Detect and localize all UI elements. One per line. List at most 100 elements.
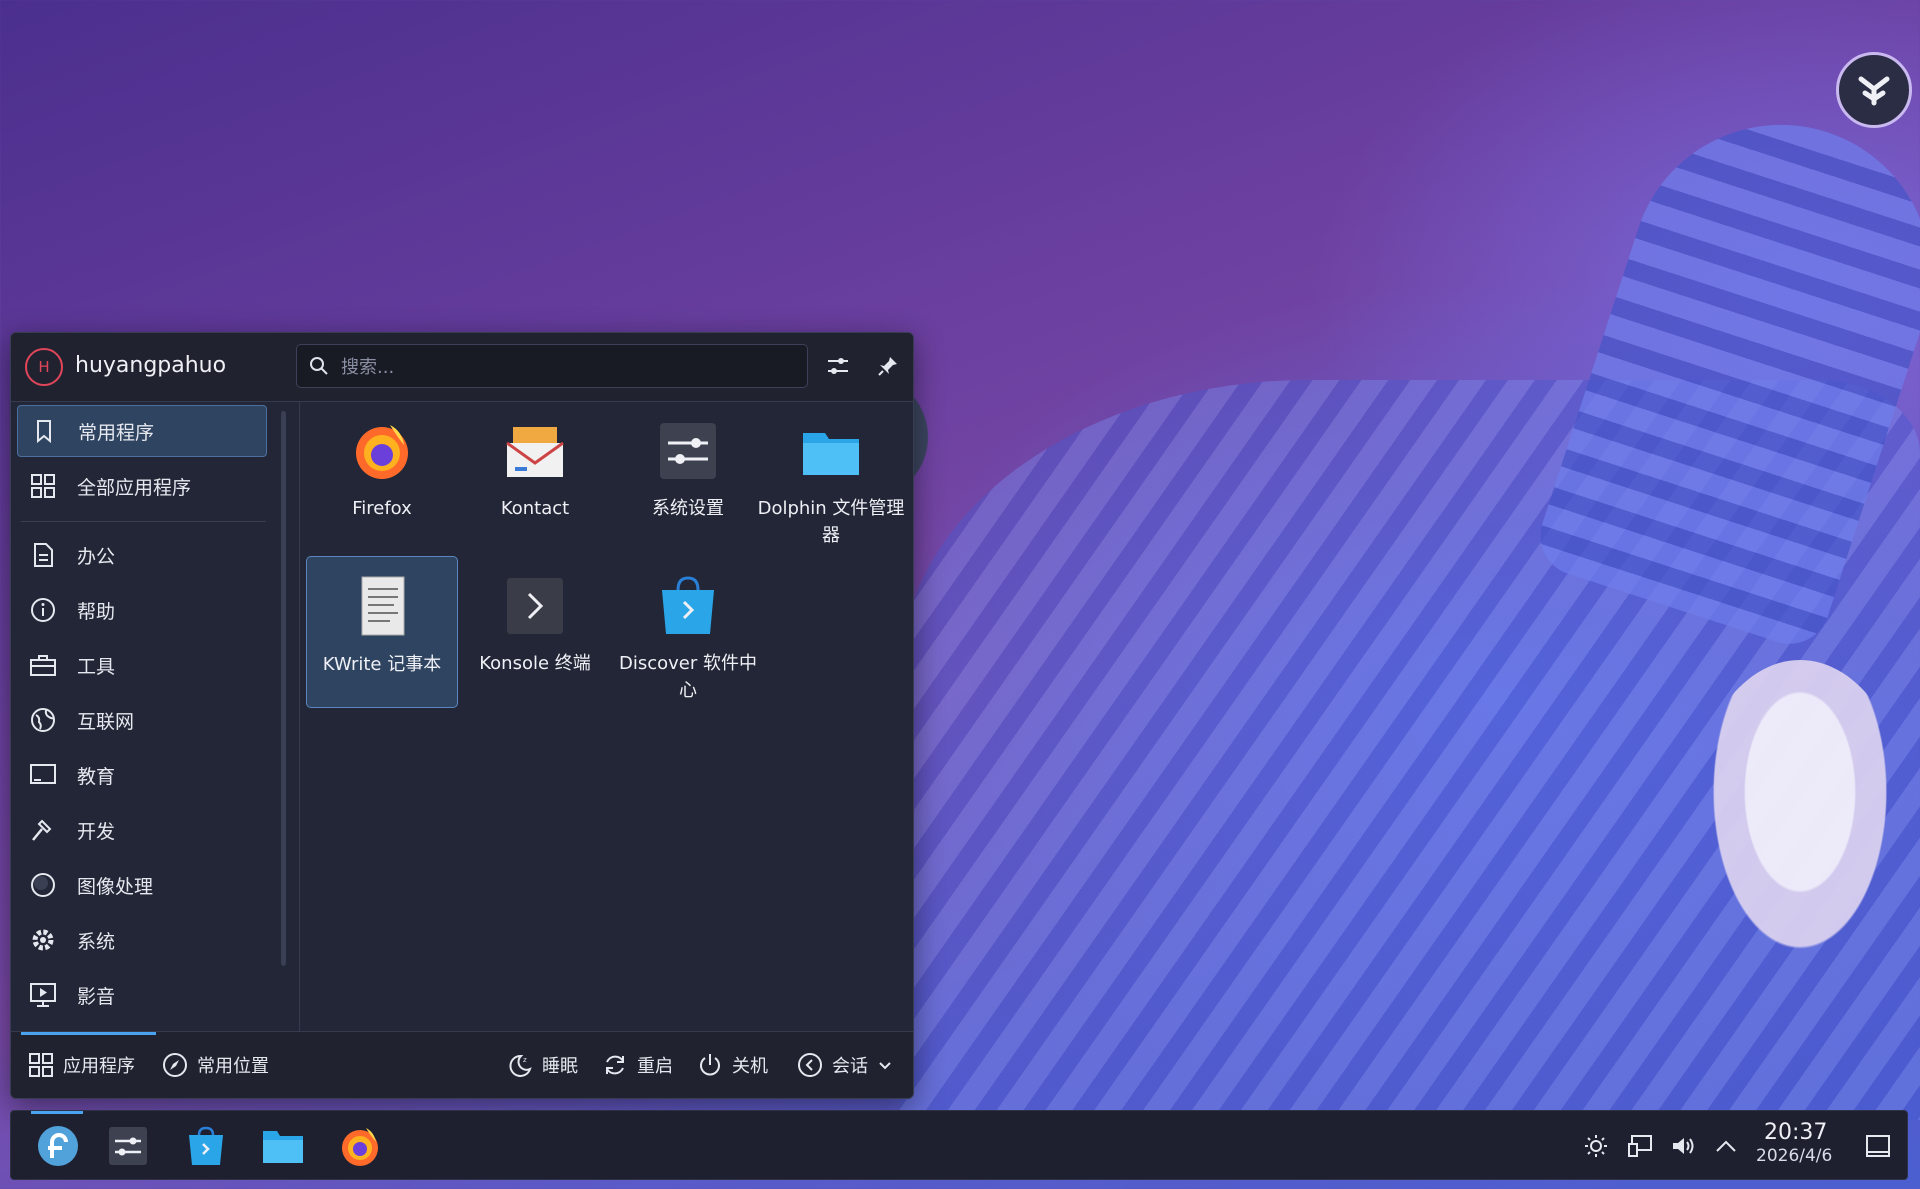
fedora-launcher-icon (38, 1126, 78, 1166)
restart-icon (601, 1051, 629, 1079)
taskbar-system-settings[interactable] (99, 1118, 157, 1174)
avatar-initial: H (38, 358, 50, 376)
app-label: Dolphin 文件管理器 (757, 498, 905, 546)
tab-label: 应用程序 (63, 1056, 135, 1077)
brightness-button[interactable] (1579, 1129, 1613, 1163)
firefox-icon (350, 419, 414, 483)
sidebar-item-label: 系统 (77, 930, 116, 953)
sidebar-item-utilities[interactable]: 工具 (17, 639, 267, 691)
sidebar-separator (299, 401, 300, 1031)
discover-icon (656, 574, 720, 638)
gear-icon (29, 926, 57, 954)
tab-applications[interactable]: 应用程序 (27, 1050, 135, 1080)
dolphin-icon (799, 419, 863, 483)
clock-time[interactable]: 20:37 (1764, 1120, 1827, 1145)
taskbar-firefox[interactable] (331, 1118, 389, 1174)
sidebar-item-graphics[interactable]: 图像处理 (17, 859, 267, 911)
active-tab-indicator (21, 1032, 156, 1035)
sidebar-item-multimedia[interactable]: 影音 (17, 969, 267, 1021)
sidebar-scrollbar[interactable] (281, 411, 286, 966)
app-label: 系统设置 (652, 498, 724, 519)
search-input[interactable] (339, 351, 783, 383)
sidebar-item-label: 图像处理 (77, 875, 154, 898)
session-icon (796, 1051, 824, 1079)
sidebar-item-label: 教育 (77, 765, 116, 788)
launcher-active-indicator (31, 1111, 83, 1114)
pin-icon (878, 357, 897, 376)
search-icon (310, 357, 328, 375)
restart-button[interactable]: 重启 (601, 1050, 673, 1080)
sidebar-item-office[interactable]: 办公 (17, 529, 267, 581)
chevron-down-icon (878, 1055, 892, 1076)
grid-icon (27, 1051, 55, 1079)
search-box[interactable] (296, 344, 808, 388)
launcher-footer: 应用程序 常用位置 z 睡眠 重启 关机 会话 (11, 1031, 913, 1098)
app-label: Kontact (500, 498, 570, 519)
app-tile-dolphin[interactable]: Dolphin 文件管理器 (755, 401, 907, 553)
sidebar-item-label: 影音 (77, 985, 116, 1008)
app-tile-system-settings[interactable]: 系统设置 (612, 401, 764, 553)
chibi-sticker-right (1690, 660, 1910, 990)
svg-text:z: z (523, 1056, 527, 1064)
sleep-button[interactable]: z 睡眠 (506, 1050, 578, 1080)
sidebar-item-label: 全部应用程序 (77, 476, 192, 499)
launcher-header: H huyangpahuo (11, 333, 913, 402)
power-icon (696, 1051, 724, 1079)
sidebar-item-system[interactable]: 系统 (17, 914, 267, 966)
taskbar-discover[interactable] (177, 1118, 235, 1174)
konsole-icon (503, 574, 567, 638)
sidebar-item-help[interactable]: 帮助 (17, 584, 267, 636)
firefox-icon (342, 1128, 378, 1166)
restart-label: 重启 (637, 1056, 673, 1077)
app-label: Discover 软件中心 (619, 653, 757, 701)
sleep-icon: z (506, 1051, 534, 1079)
document-icon (29, 541, 57, 569)
sidebar-item-label: 工具 (77, 655, 116, 678)
sidebar-item-label: 常用程序 (78, 421, 155, 444)
configure-button[interactable] (823, 351, 853, 381)
session-label: 会话 (832, 1056, 868, 1077)
volume-button[interactable] (1666, 1129, 1700, 1163)
tray-expand-button[interactable] (1709, 1129, 1743, 1163)
system-settings-icon (109, 1127, 147, 1165)
sidebar-item-internet[interactable]: 互联网 (17, 694, 267, 746)
sidebar-item-favorites[interactable]: 常用程序 (17, 405, 267, 457)
sleep-label: 睡眠 (542, 1056, 578, 1077)
discover-icon (189, 1126, 223, 1165)
pin-button[interactable] (873, 351, 903, 381)
sidebar-item-development[interactable]: 开发 (17, 804, 267, 856)
app-label: KWrite 记事本 (322, 654, 442, 675)
network-button[interactable] (1623, 1129, 1657, 1163)
session-button[interactable]: 会话 (796, 1050, 892, 1080)
shutdown-label: 关机 (732, 1056, 768, 1077)
show-desktop-button[interactable] (1861, 1129, 1895, 1163)
app-tile-firefox[interactable]: Firefox (306, 401, 458, 553)
favorites-grid: Firefox Kontact 系统设置 Dolphin 文件管理器 KWrit… (301, 401, 913, 1031)
app-tile-konsole[interactable]: Konsole 终端 (459, 556, 611, 708)
dolphin-icon (263, 1131, 303, 1163)
network-wired-icon (1628, 1135, 1652, 1157)
sidebar-item-all-apps[interactable]: 全部应用程序 (17, 460, 267, 512)
media-icon (29, 981, 57, 1009)
corner-widget-icon[interactable] (1836, 52, 1912, 128)
app-tile-discover[interactable]: Discover 软件中心 (612, 556, 764, 708)
sidebar-item-label: 互联网 (77, 710, 135, 733)
taskbar-dolphin[interactable] (254, 1118, 312, 1174)
app-tile-kontact[interactable]: Kontact (459, 401, 611, 553)
application-launcher-button[interactable] (29, 1118, 87, 1174)
shutdown-button[interactable]: 关机 (696, 1050, 768, 1080)
volume-icon (1673, 1138, 1694, 1154)
hammer-icon (29, 816, 57, 844)
sidebar-item-education[interactable]: 教育 (17, 749, 267, 801)
app-tile-kwrite[interactable]: KWrite 记事本 (306, 556, 458, 708)
settings-icon (656, 419, 720, 483)
clock-date[interactable]: 2026/4/6 (1756, 1146, 1832, 1166)
bookmark-icon (30, 417, 58, 445)
info-icon (29, 596, 57, 624)
tab-places[interactable]: 常用位置 (161, 1050, 269, 1080)
sidebar-item-label: 开发 (77, 820, 116, 843)
image-icon (29, 871, 57, 899)
user-avatar[interactable]: H (25, 348, 63, 386)
brightness-icon (1585, 1135, 1607, 1157)
sidebar-divider (21, 521, 266, 522)
